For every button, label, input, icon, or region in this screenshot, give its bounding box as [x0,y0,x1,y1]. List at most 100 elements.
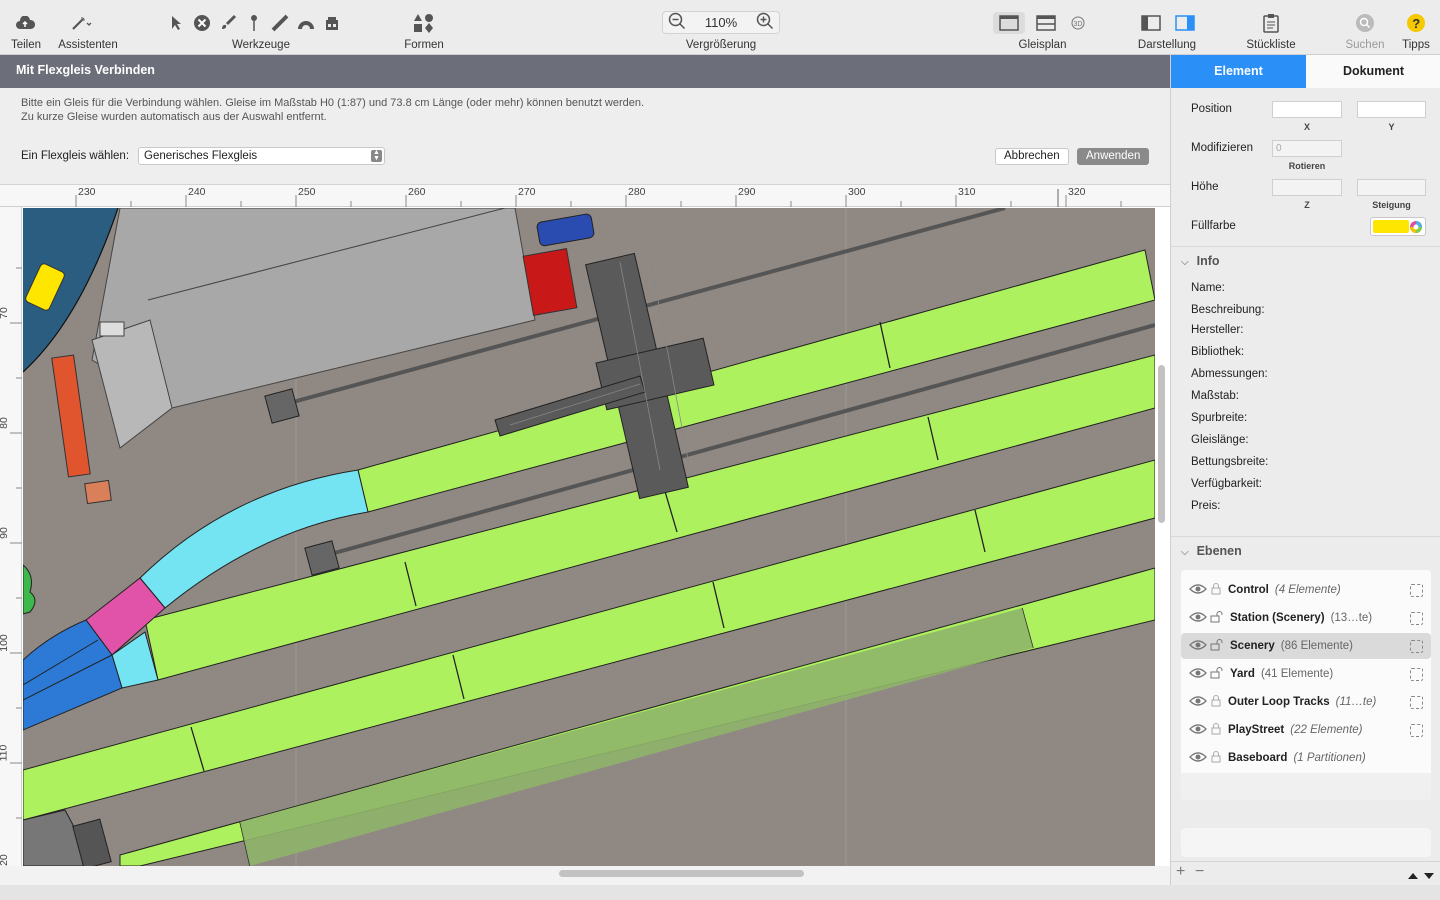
layer-select-box[interactable] [1410,583,1423,597]
layers-title: Ebenen [1196,544,1242,558]
eye-icon[interactable] [1189,639,1207,654]
ruler-h-230: 230 [78,186,96,198]
eye-icon[interactable] [1189,611,1207,626]
assistants-button[interactable]: Assistenten [56,0,120,55]
position-x-field[interactable] [1272,101,1342,118]
toolbar: Teilen Assistenten Werkzeuge Formen 110%… [0,0,1440,55]
move-layer-up-icon[interactable] [1407,867,1419,885]
search-button[interactable]: Suchen [1340,0,1390,55]
layer-row[interactable]: PlayStreet (22 Elemente) [1181,717,1431,743]
fill-color-well[interactable] [1370,217,1426,236]
cancel-button[interactable]: Abbrechen [995,148,1069,165]
eye-icon[interactable] [1189,667,1207,682]
choose-track-label: Ein Flexgleis wählen: [21,150,130,162]
ruler-h-270: 270 [518,186,536,198]
info-track-length: Gleislänge: [1191,434,1249,446]
horizontal-scrollbar[interactable] [559,870,804,877]
building-icon[interactable] [321,12,343,34]
share-button[interactable]: Teilen [6,0,46,55]
split-view-icon[interactable] [1035,12,1057,34]
lock-open-icon[interactable] [1210,666,1224,682]
layer-select-box[interactable] [1410,695,1423,709]
layer-row[interactable]: Control (4 Elemente) [1181,577,1431,603]
inspector-tabs: Element Dokument [1171,55,1440,88]
info-description: Beschreibung: [1191,304,1265,316]
layer-name: Scenery [1230,640,1275,652]
ruler-v-80: 80 [0,417,10,429]
track-layout[interactable] [23,208,1155,866]
layout-canvas[interactable]: 230 240 250 260 270 280 290 300 310 320 … [0,185,1170,885]
tools-label: Werkzeuge [232,39,290,51]
info-manufacturer: Hersteller: [1191,324,1244,336]
pin-icon[interactable] [243,12,265,34]
layer-row[interactable]: Station (Scenery) (13…te) [1181,605,1431,631]
svg-text:3D: 3D [1074,21,1083,28]
track-select-value: Generisches Flexgleis [144,150,258,162]
layer-select-box[interactable] [1410,639,1423,653]
ruler-h-260: 260 [408,186,426,198]
layer-name: Baseboard [1228,752,1288,764]
add-layer-button[interactable]: + [1176,863,1185,881]
tab-document[interactable]: Dokument [1306,55,1440,88]
layer-count: (4 Elemente) [1274,584,1341,596]
dialog-title: Mit Flexgleis Verbinden [0,55,1170,88]
info-dimensions: Abmessungen: [1191,368,1268,380]
lock-closed-icon[interactable] [1210,750,1222,766]
pointer-icon[interactable] [165,12,187,34]
layer-row[interactable]: Scenery (86 Elemente) [1181,633,1431,659]
layer-select-box[interactable] [1410,723,1423,737]
ruler-h-240: 240 [188,186,206,198]
rotate-field[interactable]: 0 [1272,140,1342,157]
eye-icon[interactable] [1189,695,1207,710]
shapes-label: Formen [404,39,444,51]
tips-button[interactable]: ? Tipps [1396,0,1436,55]
move-layer-down-icon[interactable] [1423,867,1435,885]
delete-icon[interactable] [191,12,213,34]
height-z-field[interactable] [1272,179,1342,196]
vertical-scrollbar[interactable] [1158,365,1165,523]
tools-group: Werkzeuge [165,0,357,55]
layer-row[interactable]: Outer Loop Tracks (11…te) [1181,689,1431,715]
3d-view-icon[interactable]: 3D [1067,12,1089,34]
remove-layer-button[interactable]: − [1195,863,1204,881]
trackplan-label: Gleisplan [1018,39,1067,51]
z-label: Z [1304,200,1310,210]
info-bed-width: Bettungsbreite: [1191,456,1269,468]
inspector-sidebar: Element Dokument Position X Y Modifizier… [1170,55,1440,885]
ruler-h-320: 320 [1068,186,1086,198]
layer-row[interactable]: Baseboard (1 Partitionen) [1181,745,1431,771]
track-select[interactable]: Generisches Flexgleis ▲ ▼ [138,147,385,165]
lock-open-icon[interactable] [1210,610,1224,626]
layer-count: (41 Elemente) [1260,668,1334,680]
eye-icon[interactable] [1189,751,1207,766]
tunnel-icon[interactable] [295,12,317,34]
lock-closed-icon[interactable] [1210,694,1222,710]
magic-wand-icon [70,12,92,34]
lock-closed-icon[interactable] [1210,582,1222,598]
partslist-button[interactable]: Stückliste [1240,0,1302,55]
tab-element[interactable]: Element [1171,55,1306,88]
window-view-icon[interactable] [993,12,1025,34]
layer-count: (22 Elemente) [1290,724,1363,736]
layer-row[interactable]: Yard (41 Elemente) [1181,661,1431,687]
position-y-field[interactable] [1357,101,1426,118]
info-section-header[interactable]: ⌵ Info [1181,254,1220,268]
lock-closed-icon[interactable] [1210,722,1222,738]
ruler-icon[interactable] [269,12,291,34]
eye-icon[interactable] [1189,723,1207,738]
lock-open-icon[interactable] [1210,638,1224,654]
brush-icon[interactable] [217,12,239,34]
shapes-button[interactable]: Formen [400,0,448,55]
ruler-v-90: 90 [0,527,10,539]
ruler-h-290: 290 [738,186,756,198]
layers-section-header[interactable]: ⌵ Ebenen [1181,544,1242,558]
tips-label: Tipps [1402,39,1430,51]
apply-button[interactable]: Anwenden [1077,148,1150,165]
sidebar-right-icon[interactable] [1174,12,1196,34]
slope-field[interactable] [1357,179,1426,196]
eye-icon[interactable] [1189,583,1207,598]
layer-select-box[interactable] [1410,611,1423,625]
layer-select-box[interactable] [1410,667,1423,681]
info-price: Preis: [1191,500,1221,512]
sidebar-left-icon[interactable] [1140,12,1162,34]
